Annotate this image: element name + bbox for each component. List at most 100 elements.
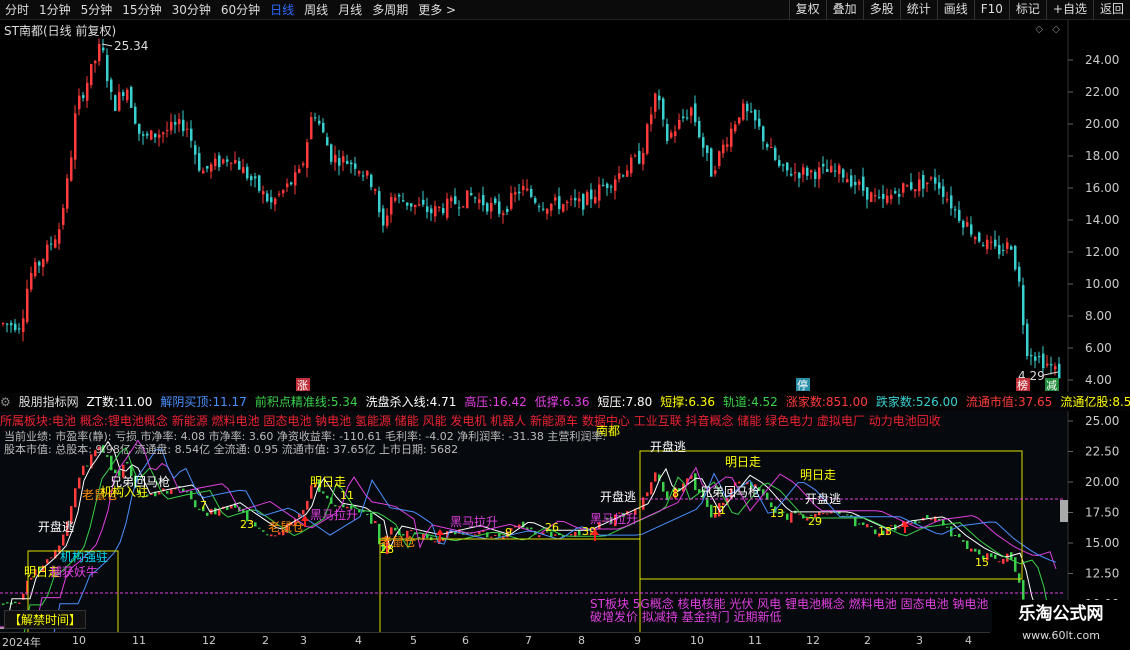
indicator-field-value: 16.42 [492,395,527,409]
date-tick: 5 [410,634,417,647]
indicator-field: 短撑:6.36 [660,395,719,409]
indicator-bar [994,554,997,559]
candle [366,170,369,176]
tool-button[interactable]: 叠加 [825,0,863,20]
candle [458,207,461,209]
indicator-bar [786,513,789,520]
candle [534,198,537,203]
indicator-bar [86,465,89,467]
candle [330,144,333,162]
indicator-bar [254,522,257,527]
indicator-bar [998,561,1001,563]
candle [290,182,293,185]
candle [302,163,305,166]
candle [258,175,261,191]
tool-button[interactable]: 返回 [1092,0,1130,20]
settings-icon[interactable]: ⚙ [0,395,11,409]
candle [530,188,533,197]
candle [506,208,509,212]
indicator-bar [266,534,269,536]
candle [186,128,189,130]
indicator-bar [974,548,977,552]
candle [74,113,77,160]
tool-button[interactable]: F10 [973,0,1009,20]
tool-button[interactable]: +自选 [1045,0,1093,20]
indicator-bar [18,602,21,604]
signal-label: 黑马拉升 [450,514,498,529]
tool-button[interactable]: 画线 [936,0,974,20]
date-tick: 9 [634,634,641,647]
period-tab[interactable]: 多周期 [367,0,413,20]
candle [1042,353,1045,369]
indicator-bar [970,548,973,552]
candle [294,172,297,186]
indicator-field: ZT数:11.00 [86,395,156,409]
indicator-bar [370,512,373,524]
date-tick: 10 [690,634,704,647]
candle [270,197,273,203]
period-tab[interactable]: 15分钟 [117,0,166,20]
indicator-field-value: 11.17 [212,395,247,409]
candle [910,182,913,190]
candle [750,111,753,113]
period-tab[interactable]: 周线 [299,0,333,20]
candle [694,103,697,123]
candle [982,245,985,247]
signal-count: 11 [712,504,726,517]
period-tab[interactable]: 1分钟 [34,0,76,20]
candle [726,144,729,147]
candle [386,215,389,226]
candle [438,206,441,208]
candle [402,200,405,202]
candle [966,222,969,227]
candle [446,198,449,218]
candle [610,186,613,188]
period-tab[interactable]: 月线 [333,0,367,20]
period-tab[interactable]: 更多 > [413,0,461,20]
tool-button[interactable]: 复权 [788,0,826,20]
period-tab[interactable]: 日线 [265,0,299,20]
tool-button[interactable]: 统计 [899,0,937,20]
candle [314,117,317,119]
candle [874,195,877,197]
scrollbar-handle[interactable] [1060,500,1068,522]
date-tick: 12 [806,634,820,647]
candle [630,157,633,174]
candle [970,224,973,235]
candle [590,189,593,200]
candle [194,145,197,155]
candle [862,176,865,191]
indicator-bar [1014,557,1017,572]
period-tab[interactable]: 30分钟 [167,0,216,20]
candle [358,171,361,174]
period-tab[interactable]: 5分钟 [76,0,118,20]
event-badge-label: 涨 [297,379,308,392]
indicator-bar [410,530,413,532]
candle [858,181,861,185]
candle [586,192,589,205]
indicator-bar [390,527,393,535]
indicator-bar [302,510,305,515]
indicator-field-value: 8.5 [1112,395,1130,409]
candle [434,206,437,217]
period-tab[interactable]: 60分钟 [216,0,265,20]
candle [678,119,681,129]
tool-button[interactable]: 多股 [862,0,900,20]
period-tab[interactable]: 分时 [0,0,34,20]
signal-label: 开盘逃 [38,519,74,534]
candle [938,182,941,189]
candle [698,121,701,138]
indicator-field-value: 6.36 [688,395,716,409]
indicator-field: 洗盘杀入线:4.71 [366,395,461,409]
price-chart[interactable]: 24.00 22.00 20.00 18.00 16.00 14.00 12.00 10.00… [0,20,1130,392]
indicator-name[interactable]: 股朋指标网 [19,395,79,409]
candle [1050,364,1053,366]
tool-button[interactable]: 标记 [1008,0,1046,20]
candle [106,55,109,81]
candle [338,158,341,166]
price-tick-label: 4.00 [1085,373,1112,387]
candle [762,126,765,142]
date-axis: 2024年 10 11 12 2 3 4 5 6 7 8 9 10 11 12 2 3 4 [0,632,990,650]
indicator-bar [114,469,117,474]
signal-label: 老鼠仓 [268,520,304,534]
